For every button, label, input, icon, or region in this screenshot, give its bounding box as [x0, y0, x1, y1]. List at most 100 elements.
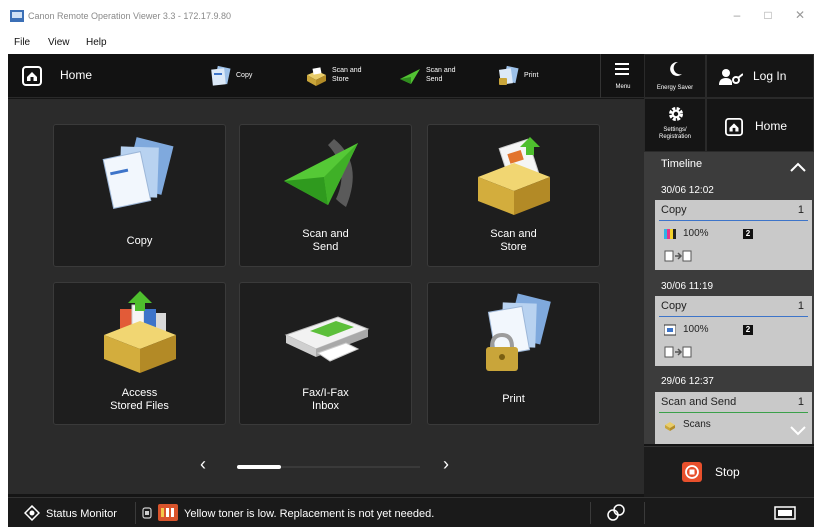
energy-saver-label: Energy Saver — [656, 85, 694, 91]
stop-icon — [682, 462, 702, 482]
fax-inbox-icon — [284, 316, 370, 362]
tile-access-stored-files[interactable]: Access Stored Files — [53, 282, 226, 425]
timeline-title: Timeline — [661, 158, 703, 170]
status-divider — [135, 502, 136, 524]
window-titlebar: Canon Remote Operation Viewer 3.3 - 172.… — [0, 0, 814, 34]
home-icon — [725, 118, 743, 136]
stored-files-icon — [104, 291, 176, 373]
copy-icon — [102, 137, 174, 209]
secure-print-icon — [486, 293, 551, 371]
scan-and-send-icon — [400, 69, 420, 84]
tile-print[interactable]: Print — [427, 282, 600, 425]
tile-scan-and-store[interactable]: Scan and Store — [427, 124, 600, 267]
scan-and-store-icon — [307, 67, 326, 86]
timeline-card-divider — [659, 316, 808, 317]
settings-registration-label: Settings/ Registration — [658, 127, 691, 140]
timeline-panel: Timeline 30/06 12:02 Copy 1 100% 2 30/06… — [644, 152, 814, 444]
color-copy-icon — [664, 229, 676, 239]
moon-icon — [670, 61, 682, 76]
home-button-right[interactable]: Home — [706, 98, 814, 152]
page-thumb[interactable] — [237, 465, 281, 469]
tile-scan-and-send-label: Scan and Send — [302, 228, 349, 253]
timeline-job-card[interactable]: Copy 1 100% 2 — [655, 296, 812, 366]
chevron-up-icon[interactable] — [790, 162, 806, 172]
minimize-button[interactable]: – — [726, 8, 748, 22]
timeline-time: 29/06 12:37 — [661, 376, 714, 387]
timeline-job-name: Copy — [661, 204, 687, 216]
stop-label: Stop — [715, 465, 740, 479]
toner-icon — [158, 504, 178, 521]
single-to-single-sided-icon — [664, 346, 692, 358]
copy-icon — [211, 65, 231, 86]
timeline-job-name: Scan and Send — [661, 396, 737, 408]
hamburger-icon — [615, 63, 629, 78]
shortcut-copy[interactable]: Copy — [208, 54, 288, 98]
tile-scan-and-send[interactable]: Scan and Send — [239, 124, 412, 267]
tile-fax-inbox[interactable]: Fax/I-Fax Inbox — [239, 282, 412, 425]
counter-check-icon[interactable] — [774, 506, 796, 520]
timeline-copies-badge: 2 — [743, 325, 753, 335]
top-shortcut-bar: Home Copy Scan and Store Scan and Send P… — [8, 54, 644, 98]
maximize-button[interactable]: □ — [757, 8, 779, 22]
timeline-copies-badge: 2 — [743, 229, 753, 239]
menu-file[interactable]: File — [14, 37, 30, 48]
timeline-time: 30/06 11:19 — [661, 281, 714, 292]
tile-scan-and-store-label: Scan and Store — [490, 228, 537, 253]
timeline-job-card[interactable]: Scan and Send 1 Scans — [655, 392, 812, 444]
scan-to-box-icon — [478, 137, 550, 215]
home-label: Home — [60, 68, 93, 82]
tile-fax-inbox-label: Fax/I-Fax Inbox — [302, 387, 349, 412]
network-status-icon[interactable] — [606, 503, 626, 523]
status-monitor-label: Status Monitor — [46, 508, 117, 520]
main-content: Copy Scan and Send Scan and Store Access… — [8, 99, 644, 494]
status-bar: Status Monitor Yellow toner is low. Repl… — [8, 497, 814, 527]
timeline-job-count: 1 — [797, 396, 804, 408]
bw-copy-icon — [664, 324, 676, 336]
status-monitor-icon — [24, 505, 40, 521]
tile-copy-label: Copy — [126, 235, 153, 247]
login-button[interactable]: Log In — [706, 54, 814, 98]
status-message: Yellow toner is low. Replacement is not … — [184, 508, 435, 520]
shortcut-print[interactable]: Print — [496, 54, 576, 98]
prev-page-arrow-icon[interactable]: ‹ — [200, 454, 206, 475]
menu-button[interactable]: Menu — [600, 54, 644, 98]
user-key-icon — [719, 69, 743, 85]
shortcut-scan-and-store[interactable]: Scan and Store — [304, 54, 384, 98]
timeline-copy-ratio: 100% — [683, 324, 709, 335]
menu-button-label: Menu — [615, 84, 631, 90]
chevron-down-icon[interactable] — [790, 426, 806, 436]
stop-button[interactable]: Stop — [644, 446, 814, 497]
home-button-top[interactable]: Home — [8, 54, 198, 98]
home-icon — [22, 66, 42, 86]
timeline-card-divider — [659, 412, 808, 413]
menu-help[interactable]: Help — [86, 37, 107, 48]
tile-copy[interactable]: Copy — [53, 124, 226, 267]
next-page-arrow-icon[interactable]: › — [443, 454, 449, 475]
shortcut-print-label: Print — [524, 72, 539, 79]
gear-icon — [669, 107, 683, 121]
print-icon — [498, 65, 519, 85]
settings-registration-button[interactable]: Settings/ Registration — [644, 98, 706, 152]
tile-access-stored-files-label: Access Stored Files — [110, 387, 169, 412]
login-label: Log In — [753, 69, 787, 83]
timeline-card-divider — [659, 220, 808, 221]
app-icon — [10, 10, 24, 22]
shortcut-copy-label: Copy — [236, 72, 253, 79]
window-title: Canon Remote Operation Viewer 3.3 - 172.… — [28, 11, 231, 21]
timeline-job-name: Copy — [661, 300, 687, 312]
timeline-scan-detail: Scans — [683, 419, 711, 430]
timeline-time: 30/06 12:02 — [661, 185, 714, 196]
timeline-copy-ratio: 100% — [683, 228, 709, 239]
scan-icon — [665, 422, 675, 431]
timeline-job-card[interactable]: Copy 1 100% 2 — [655, 200, 812, 270]
paper-plane-icon — [284, 139, 358, 207]
shortcut-scan-and-send[interactable]: Scan and Send — [398, 54, 478, 98]
status-divider — [644, 502, 645, 524]
timeline-job-count: 1 — [797, 300, 804, 312]
shortcut-scan-and-store-label: Scan and Store — [332, 67, 362, 83]
energy-saver-button[interactable]: Energy Saver — [644, 54, 706, 98]
close-button[interactable]: ✕ — [789, 8, 811, 22]
shortcut-scan-and-send-label: Scan and Send — [426, 67, 456, 83]
status-divider — [590, 502, 591, 524]
menu-view[interactable]: View — [48, 37, 70, 48]
